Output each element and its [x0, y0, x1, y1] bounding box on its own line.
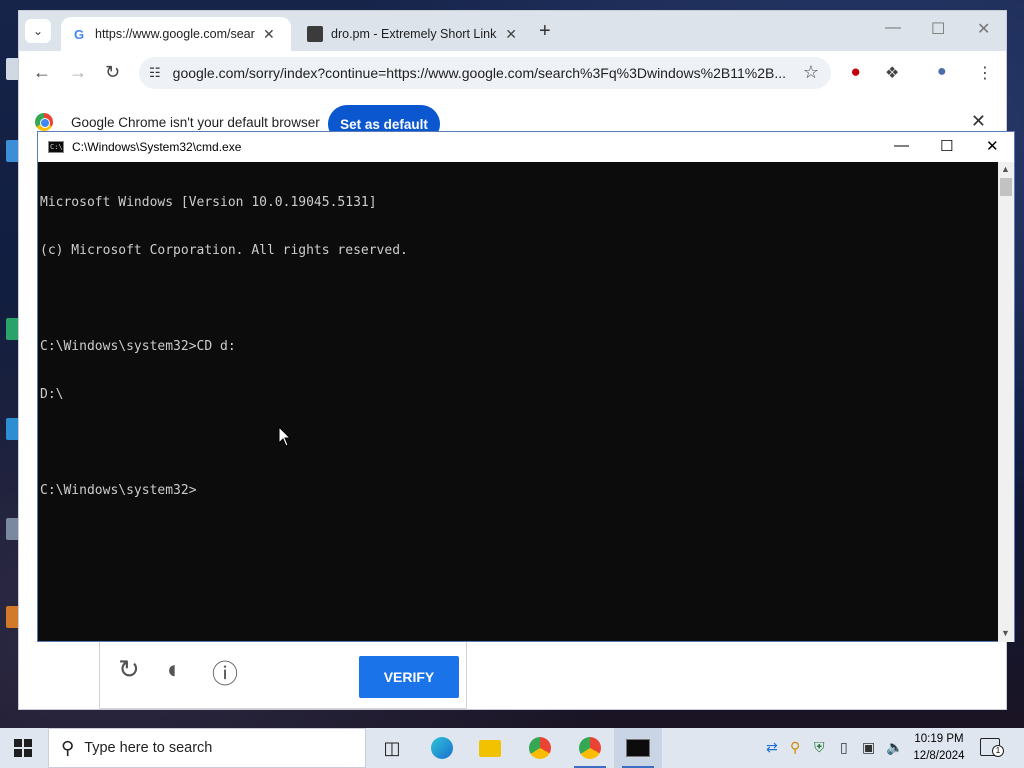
maximize-icon[interactable]: ☐ [940, 137, 953, 155]
chrome-logo-icon [35, 113, 53, 131]
sync-tray-icon[interactable]: ⇄ [766, 739, 778, 756]
task-view-icon: ◫ [383, 737, 401, 758]
folder-icon [479, 739, 501, 757]
verify-button[interactable]: VERIFY [359, 656, 459, 698]
vertical-scrollbar[interactable]: ▲ ▼ [998, 162, 1014, 642]
console-prompt[interactable]: C:\Windows\system32> [40, 483, 998, 499]
taskbar-clock[interactable]: 10:19 PM 12/8/2024 [908, 731, 970, 765]
info-icon[interactable]: ⓘ [212, 654, 238, 691]
extensions-puzzle-icon[interactable]: ❖ [885, 63, 899, 83]
volume-muted-icon[interactable]: 🔈 [886, 739, 903, 756]
notification-count: 1 [992, 745, 1004, 757]
audio-challenge-icon[interactable]: ◖ [164, 654, 180, 685]
console-line: (c) Microsoft Corporation. All rights re… [40, 243, 408, 258]
tab-google-search[interactable]: G https://www.google.com/search ✕ [61, 17, 291, 51]
scrollbar-thumb[interactable] [1000, 178, 1012, 196]
cmd-window: C:\ C:\Windows\System32\cmd.exe — ☐ ✕ Mi… [37, 131, 1015, 642]
close-tab-icon[interactable]: ✕ [263, 26, 275, 43]
bookmark-star-icon[interactable]: ☆ [803, 62, 819, 83]
ublock-origin-icon[interactable]: ⚫ [849, 63, 862, 83]
search-placeholder: Type here to search [84, 740, 213, 756]
tab-title: https://www.google.com/search [95, 27, 255, 41]
cmd-app-icon: C:\ [48, 141, 64, 153]
cmd-title: C:\Windows\System32\cmd.exe [72, 140, 242, 154]
console-line: C:\Windows\system32>CD d: [40, 339, 236, 354]
url-text[interactable]: google.com/sorry/index?continue=https://… [173, 65, 785, 81]
network-icon[interactable]: ▣ [862, 739, 875, 756]
close-infobar-icon[interactable]: ✕ [971, 111, 986, 132]
taskbar-chrome-running[interactable] [566, 728, 614, 768]
taskbar-edge[interactable] [418, 728, 466, 768]
minimize-icon[interactable]: — [885, 19, 901, 37]
forward-icon[interactable]: → [69, 63, 87, 81]
back-icon[interactable]: ← [33, 63, 51, 81]
console-line: Microsoft Windows [Version 10.0.19045.51… [40, 195, 377, 210]
taskbar: ⚲ Type here to search ◫ ⇄ ⚲ ⛨ ▯ ▣ 🔈 10:1… [0, 728, 1024, 768]
recaptcha-footer: ↻ ◖ ⓘ VERIFY [99, 633, 467, 709]
taskbar-file-explorer[interactable] [466, 728, 514, 768]
console-line: D:\ [40, 387, 64, 402]
cmd-icon [626, 739, 650, 757]
mouse-cursor-icon [278, 426, 292, 447]
chrome-icon [529, 737, 551, 759]
clock-time: 10:19 PM [914, 733, 964, 745]
minimize-icon[interactable]: — [894, 137, 909, 154]
console-output[interactable]: Microsoft Windows [Version 10.0.19045.51… [40, 163, 998, 641]
site-info-icon[interactable]: ☷ [149, 65, 161, 81]
tab-dro-pm[interactable]: dro.pm - Extremely Short Links ✕ [297, 17, 527, 51]
chevron-down-icon: ⌄ [32, 24, 44, 38]
scroll-down-icon[interactable]: ▼ [1001, 628, 1010, 638]
usb-device-icon[interactable]: ▯ [840, 739, 848, 756]
dro-pm-icon [307, 26, 323, 42]
reload-icon[interactable]: ↻ [105, 63, 120, 81]
close-window-icon[interactable]: ✕ [986, 137, 999, 155]
taskbar-cmd-running[interactable] [614, 728, 662, 768]
tab-strip: ⌄ G https://www.google.com/search ✕ dro.… [19, 11, 1006, 51]
google-g-icon: G [73, 26, 85, 42]
clock-date: 12/8/2024 [913, 750, 965, 762]
windows-start-icon[interactable] [14, 739, 32, 757]
cmd-titlebar[interactable]: C:\ C:\Windows\System32\cmd.exe — ☐ ✕ [38, 132, 1014, 162]
reload-challenge-icon[interactable]: ↻ [118, 654, 140, 685]
taskbar-search-box[interactable]: ⚲ Type here to search [48, 728, 366, 768]
close-window-icon[interactable]: ✕ [977, 19, 990, 39]
address-bar[interactable]: ☷ google.com/sorry/index?continue=https:… [139, 57, 831, 89]
maximize-icon[interactable]: ☐ [931, 19, 945, 39]
close-tab-icon[interactable]: ✕ [505, 26, 517, 43]
search-tray-icon[interactable]: ⚲ [790, 739, 800, 756]
edge-icon [431, 737, 453, 759]
search-icon: ⚲ [61, 737, 75, 758]
infobar-message: Google Chrome isn't your default browser [71, 115, 320, 130]
more-menu-icon[interactable]: ⋮ [977, 63, 993, 83]
task-view-button[interactable]: ◫ [368, 728, 416, 768]
tab-title: dro.pm - Extremely Short Links [331, 27, 498, 41]
action-center-icon[interactable]: 1 [980, 738, 1004, 757]
new-tab-button[interactable]: + [539, 21, 551, 41]
chrome-icon [579, 737, 601, 759]
security-shield-icon[interactable]: ⛨ [814, 739, 825, 756]
taskbar-chrome[interactable] [516, 728, 564, 768]
profile-avatar-icon[interactable]: ● [937, 63, 947, 81]
browser-toolbar: ← → ↻ ☷ google.com/sorry/index?continue=… [19, 51, 1006, 95]
scroll-up-icon[interactable]: ▲ [1001, 164, 1010, 174]
tab-search-button[interactable]: ⌄ [25, 19, 51, 43]
